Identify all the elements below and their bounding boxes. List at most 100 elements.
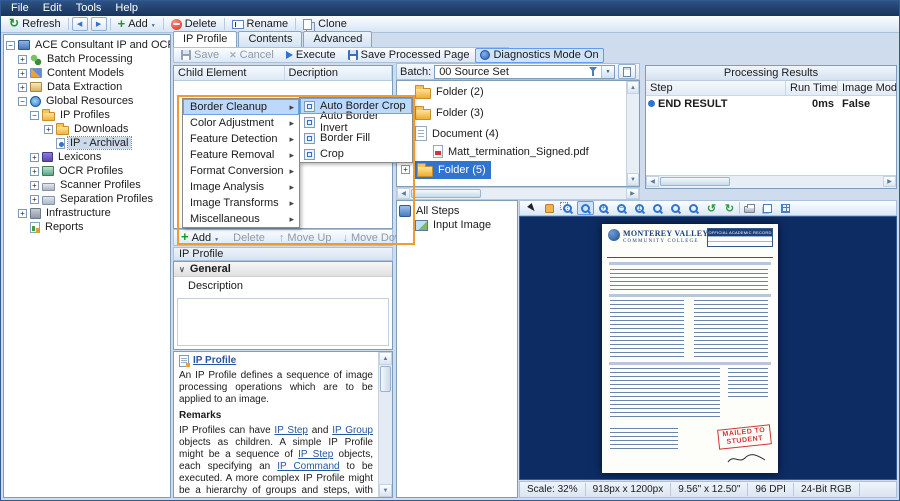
tree-item-lexicons[interactable]: Lexicons (4, 150, 170, 164)
clone-button[interactable]: Clone (299, 17, 351, 32)
grid-view-icon[interactable] (777, 201, 794, 215)
scroll-left-button[interactable] (397, 188, 410, 199)
pan-tool-icon[interactable] (541, 201, 558, 215)
column-description[interactable]: Decription (285, 66, 393, 80)
expand-toggle[interactable] (30, 195, 39, 204)
menu-item-miscellaneous[interactable]: Miscellaneous (183, 211, 299, 227)
expand-toggle[interactable] (18, 83, 27, 92)
tree-item-root[interactable]: ACE Consultant IP and OCR (4, 38, 170, 52)
menu-edit[interactable]: Edit (36, 1, 69, 16)
scroll-right-button[interactable] (626, 188, 639, 199)
expand-toggle[interactable] (30, 153, 39, 162)
tree-item-document-4[interactable]: Document (4) (397, 123, 639, 144)
zoom-actual-icon[interactable] (631, 201, 648, 215)
print-icon[interactable] (741, 201, 758, 215)
tree-item-reports[interactable]: Reports (4, 220, 170, 234)
menu-help[interactable]: Help (108, 1, 145, 16)
diagnostics-mode-toggle[interactable]: Diagnostics Mode On (475, 48, 603, 63)
expand-toggle[interactable] (18, 69, 27, 78)
batch-page-button[interactable] (618, 64, 636, 79)
scroll-up-button[interactable] (379, 352, 392, 365)
cancel-button[interactable]: Cancel (225, 48, 278, 63)
results-hscrollbar[interactable] (646, 175, 896, 188)
menu-item-image-transforms[interactable]: Image Transforms (183, 195, 299, 211)
add-step-button[interactable]: Add (177, 230, 223, 245)
select-tool-icon[interactable] (523, 201, 540, 215)
scroll-right-button[interactable] (883, 176, 896, 187)
expand-toggle[interactable] (18, 209, 27, 218)
menu-item-feature-removal[interactable]: Feature Removal (183, 147, 299, 163)
scroll-down-button[interactable] (627, 173, 639, 186)
menu-item-format-conversion[interactable]: Format Conversion (183, 163, 299, 179)
tree-item-downloads[interactable]: Downloads (4, 122, 170, 136)
expand-toggle[interactable] (6, 41, 15, 50)
menu-item-feature-detection[interactable]: Feature Detection (183, 131, 299, 147)
export-icon[interactable] (759, 201, 776, 215)
delete-step-button[interactable]: Delete (229, 230, 269, 245)
zoom-window-icon[interactable] (559, 201, 576, 215)
link-ip-command[interactable]: IP Command (277, 461, 339, 472)
batch-combobox[interactable]: 00 Source Set (434, 65, 615, 79)
description-editor[interactable] (177, 298, 389, 346)
column-image-modified[interactable]: Image Modified (838, 81, 896, 95)
tab-ip-profile[interactable]: IP Profile (173, 31, 237, 47)
expand-toggle[interactable] (30, 111, 39, 120)
rotate-cw-icon[interactable] (721, 201, 738, 215)
tree-item-folder-2[interactable]: Folder (2) (397, 81, 639, 102)
expand-toggle[interactable] (30, 167, 39, 176)
zoom-fit-width-icon[interactable] (667, 201, 684, 215)
tree-item-scanner-profiles[interactable]: Scanner Profiles (4, 178, 170, 192)
rename-button[interactable]: Rename (228, 17, 293, 32)
source-tree-hscrollbar[interactable] (396, 187, 640, 200)
save-button[interactable]: Save (177, 48, 223, 63)
tab-advanced[interactable]: Advanced (303, 31, 372, 47)
save-processed-page-button[interactable]: Save Processed Page (344, 48, 474, 63)
scroll-left-button[interactable] (646, 176, 659, 187)
magnifier-icon[interactable] (577, 201, 594, 215)
menu-item-border-cleanup[interactable]: Border Cleanup (183, 99, 299, 115)
zoom-fit-icon[interactable] (649, 201, 666, 215)
menu-tools[interactable]: Tools (69, 1, 109, 16)
forward-button[interactable] (91, 17, 107, 31)
expand-toggle[interactable] (30, 181, 39, 190)
tree-item-batch-processing[interactable]: Batch Processing (4, 52, 170, 66)
refresh-button[interactable]: Refresh (5, 17, 65, 32)
back-button[interactable] (72, 17, 88, 31)
column-run-time[interactable]: Run Time (786, 81, 838, 95)
section-general[interactable]: General (174, 262, 392, 277)
expand-toggle[interactable] (401, 165, 410, 174)
menu-item-color-adjustment[interactable]: Color Adjustment (183, 115, 299, 131)
column-child-element[interactable]: Child Element (174, 66, 285, 80)
link-ip-group[interactable]: IP Group (332, 425, 373, 436)
scroll-down-button[interactable] (379, 484, 392, 497)
expand-toggle[interactable] (44, 125, 53, 134)
scrollbar-thumb[interactable] (411, 189, 481, 198)
rotate-ccw-icon[interactable] (703, 201, 720, 215)
delete-button[interactable]: Delete (167, 17, 221, 32)
source-tree-scrollbar[interactable] (626, 81, 639, 186)
scrollbar-thumb[interactable] (660, 177, 730, 186)
add-button[interactable]: Add (114, 17, 160, 32)
scroll-up-button[interactable] (627, 81, 639, 94)
move-up-button[interactable]: Move Up (275, 230, 336, 245)
filter-icon[interactable] (589, 67, 598, 76)
column-step[interactable]: Step (646, 81, 786, 95)
zoom-fit-height-icon[interactable] (685, 201, 702, 215)
menu-file[interactable]: File (4, 1, 36, 16)
zoom-out-icon[interactable] (613, 201, 630, 215)
tree-item-global-resources[interactable]: Global Resources (4, 94, 170, 108)
help-title-link[interactable]: IP Profile (193, 355, 236, 367)
execute-button[interactable]: Execute (282, 48, 340, 63)
link-ip-step[interactable]: IP Step (274, 425, 308, 436)
tab-contents[interactable]: Contents (238, 31, 302, 47)
tree-item-content-models[interactable]: Content Models (4, 66, 170, 80)
tree-item-data-extraction[interactable]: Data Extraction (4, 80, 170, 94)
menu-item-auto-border-invert[interactable]: Auto Border Invert (300, 114, 412, 130)
combo-dropdown-arrow[interactable] (601, 66, 614, 78)
menu-item-crop[interactable]: Crop (300, 146, 412, 162)
tree-item-input-image[interactable]: Input Image (399, 218, 515, 232)
tree-item-ip-archival[interactable]: IP - Archival (4, 136, 170, 150)
link-ip-step[interactable]: IP Step (298, 449, 333, 460)
help-scrollbar[interactable] (378, 352, 392, 497)
tree-item-all-steps[interactable]: All Steps (399, 204, 515, 218)
